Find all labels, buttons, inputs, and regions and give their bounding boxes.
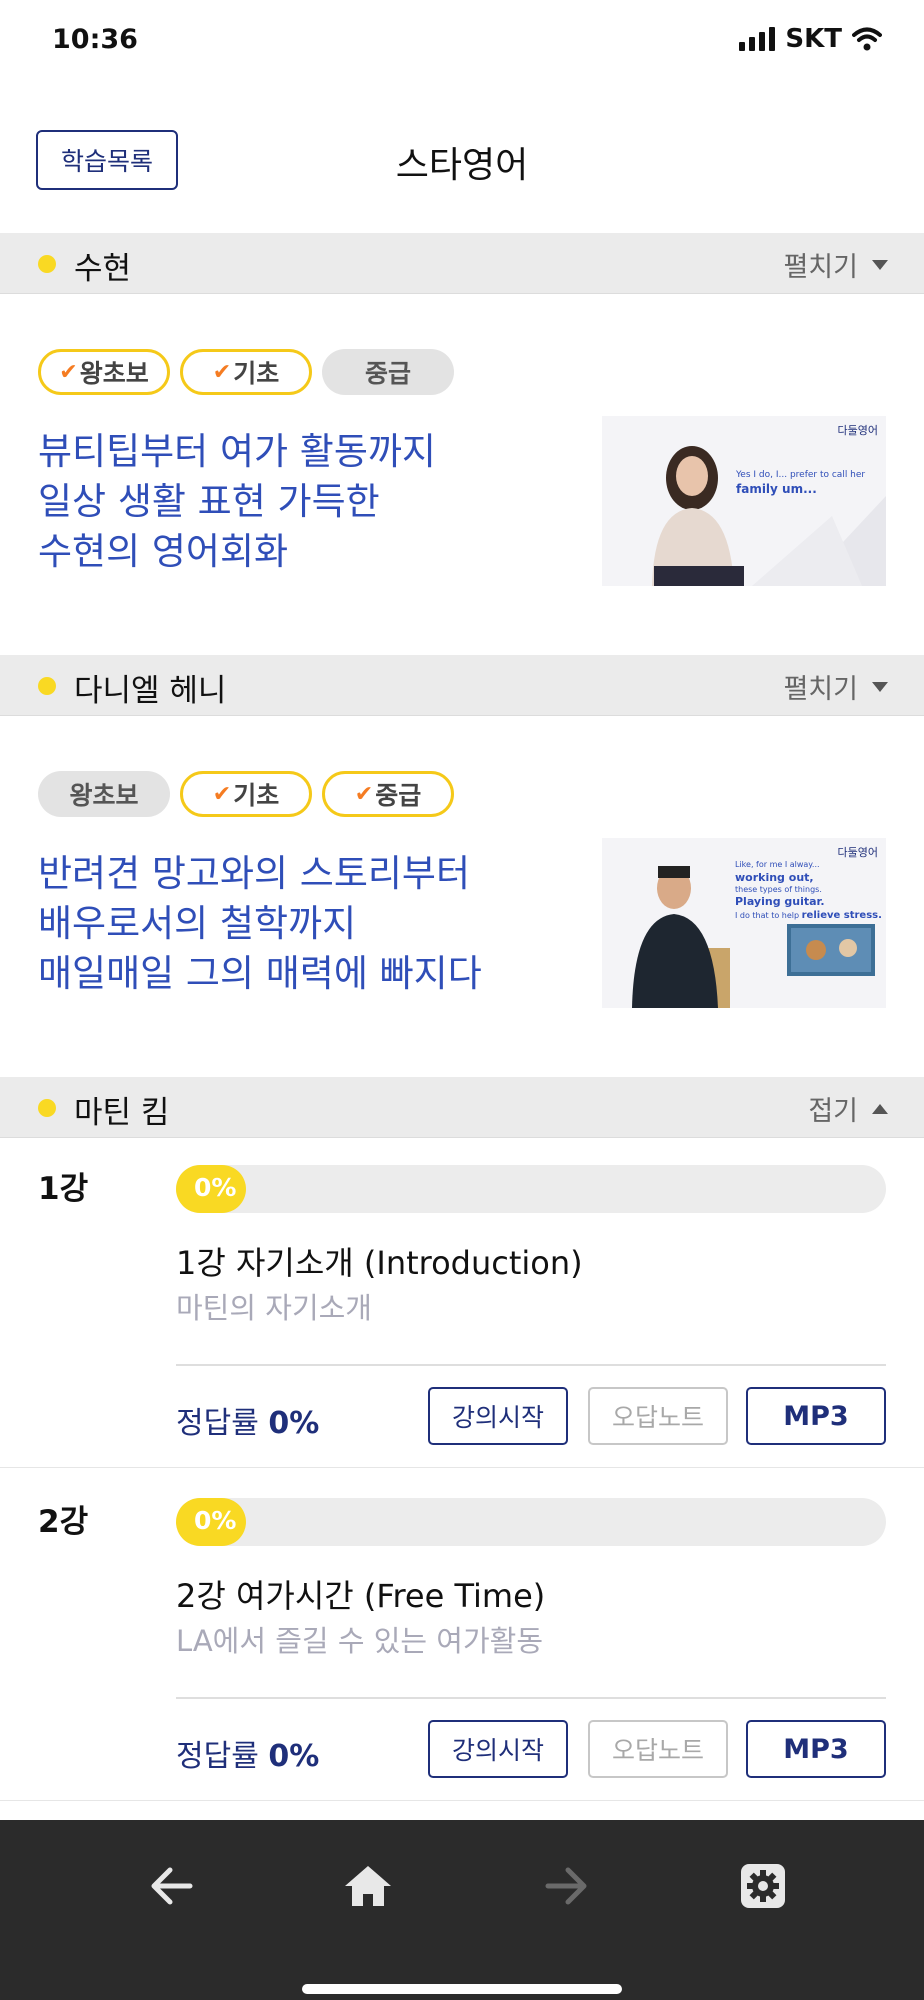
lesson-title[interactable]: 2강 여가시간 (Free Time) xyxy=(176,1571,545,1617)
bullet-dot xyxy=(38,255,56,273)
forward-arrow-icon[interactable] xyxy=(536,1856,596,1916)
section-title: 다니엘 헤니 xyxy=(74,673,227,709)
bullet-dot xyxy=(38,1099,56,1117)
level-badges: 왕초보 ✔ 기초 ✔ 중급 xyxy=(38,771,454,817)
thumbnail-image xyxy=(602,416,886,586)
signal-icon xyxy=(739,27,776,51)
level-badge: ✔ 중급 xyxy=(322,771,454,817)
progress-percent: 0% xyxy=(194,1506,237,1535)
home-icon[interactable] xyxy=(338,1856,398,1916)
divider xyxy=(0,1800,924,1801)
mp3-button[interactable]: MP3 xyxy=(746,1387,886,1445)
wrong-answer-note-button[interactable]: 오답노트 xyxy=(588,1720,728,1778)
section-title: 수현 xyxy=(74,251,132,287)
lesson-subtitle: 마틴의 자기소개 xyxy=(176,1291,372,1325)
caret-down-icon xyxy=(872,681,888,692)
caret-down-icon xyxy=(872,259,888,270)
level-badge: ✔ 왕초보 xyxy=(38,349,170,395)
toggle-label: 펼치기 xyxy=(783,252,858,283)
app-header: 학습목록 스타영어 xyxy=(0,110,924,220)
level-badge: ✔ 기초 xyxy=(180,771,312,817)
course-thumbnail[interactable]: 다둘영어 Like, for me I alway... working out… xyxy=(602,838,886,1008)
level-badge: 중급 xyxy=(322,349,454,395)
level-badge: ✔ 기초 xyxy=(180,349,312,395)
section-header-daniel-henney[interactable]: 다니엘 헤니 펼치기 xyxy=(0,655,924,716)
mp3-button[interactable]: MP3 xyxy=(746,1720,886,1778)
check-icon: ✔ xyxy=(212,359,232,385)
level-badges: ✔ 왕초보 ✔ 기초 중급 xyxy=(38,349,454,395)
course-description: 뷰티팁부터 여가 활동까지 일상 생활 표현 가득한 수현의 영어회화 xyxy=(38,430,436,573)
level-badge: 왕초보 xyxy=(38,771,170,817)
caret-up-icon xyxy=(872,1103,888,1114)
divider xyxy=(0,1467,924,1468)
progress-bar: 0% xyxy=(176,1165,886,1213)
course-thumbnail[interactable]: 다둘영어 Yes I do, I... prefer to call her f… xyxy=(602,416,886,586)
expand-toggle[interactable]: 펼치기 xyxy=(783,667,888,706)
section-title: 마틴 킴 xyxy=(74,1095,170,1131)
check-icon: ✔ xyxy=(212,781,232,807)
toggle-label: 펼치기 xyxy=(783,674,858,705)
divider xyxy=(176,1364,886,1366)
gear-icon[interactable] xyxy=(733,1856,793,1916)
status-time: 10:36 xyxy=(52,24,138,55)
section-header-martin-kim[interactable]: 마틴 킴 접기 xyxy=(0,1077,924,1138)
status-indicators: SKT xyxy=(739,24,882,54)
home-indicator[interactable] xyxy=(302,1984,622,1994)
toggle-label: 접기 xyxy=(808,1096,858,1127)
thumbnail-logo: 다둘영어 xyxy=(837,846,878,859)
section-header-suhyun[interactable]: 수현 펼치기 xyxy=(0,233,924,294)
status-bar: 10:36 SKT xyxy=(0,0,924,90)
wrong-answer-note-button[interactable]: 오답노트 xyxy=(588,1387,728,1445)
start-lecture-button[interactable]: 강의시작 xyxy=(428,1720,568,1778)
accuracy-rate: 정답률 0% xyxy=(176,1406,320,1441)
expand-toggle[interactable]: 펼치기 xyxy=(783,245,888,284)
progress-bar: 0% xyxy=(176,1498,886,1546)
collapse-toggle[interactable]: 접기 xyxy=(808,1089,888,1128)
lesson-number: 2강 xyxy=(38,1504,89,1540)
bullet-dot xyxy=(38,677,56,695)
lesson-number: 1강 xyxy=(38,1171,89,1207)
accuracy-rate: 정답률 0% xyxy=(176,1739,320,1774)
progress-percent: 0% xyxy=(194,1173,237,1202)
bottom-nav-bar xyxy=(0,1820,924,2000)
start-lecture-button[interactable]: 강의시작 xyxy=(428,1387,568,1445)
divider xyxy=(176,1697,886,1699)
wifi-icon xyxy=(852,27,882,51)
course-description: 반려견 망고와의 스토리부터 배우로서의 철학까지 매일매일 그의 매력에 빠지… xyxy=(38,852,482,995)
lesson-title[interactable]: 1강 자기소개 (Introduction) xyxy=(176,1238,583,1284)
lesson-subtitle: LA에서 즐길 수 있는 여가활동 xyxy=(176,1624,544,1658)
carrier-label: SKT xyxy=(785,24,842,54)
check-icon: ✔ xyxy=(354,781,374,807)
page-title: 스타영어 xyxy=(395,145,529,186)
thumbnail-logo: 다둘영어 xyxy=(837,424,878,437)
back-arrow-icon[interactable] xyxy=(142,1856,202,1916)
check-icon: ✔ xyxy=(59,359,78,385)
